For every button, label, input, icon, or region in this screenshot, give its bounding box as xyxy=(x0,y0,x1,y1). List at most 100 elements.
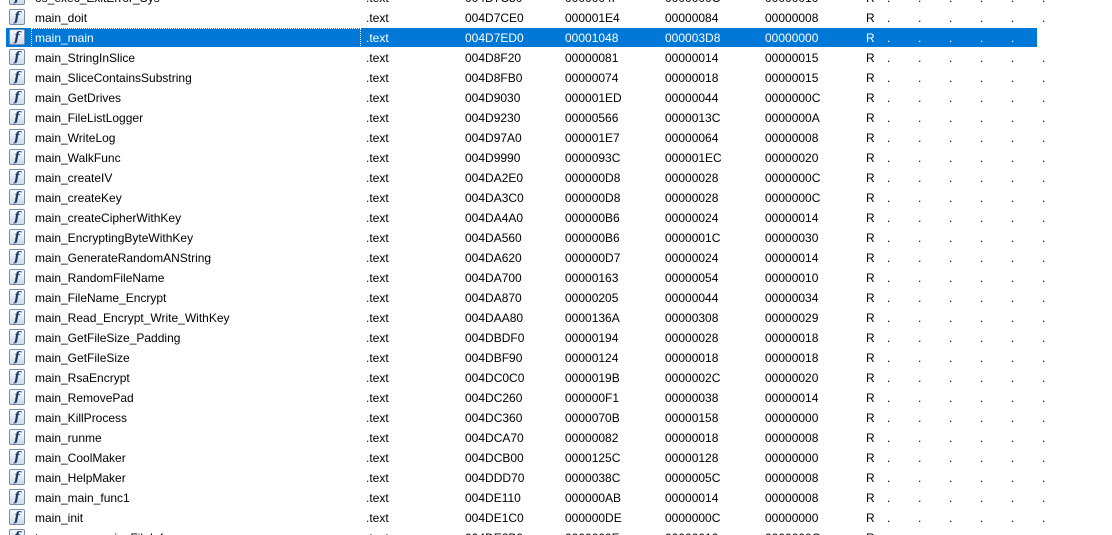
locals-cell: 0000002C xyxy=(665,371,721,385)
length-cell: 00000074 xyxy=(565,71,619,85)
return-flag-cell: R xyxy=(866,511,875,525)
start-address-cell: 004DA620 xyxy=(465,251,522,265)
function-icon: f xyxy=(9,449,25,465)
start-address-cell: 004D9030 xyxy=(465,91,521,105)
attribute-flag-dot: . xyxy=(918,451,922,465)
attribute-flag-dot: . xyxy=(980,251,984,265)
segment-cell: .text xyxy=(366,191,389,205)
attribute-flag-dot: . xyxy=(887,111,891,125)
return-flag-cell: R xyxy=(866,131,875,145)
arguments-cell: 00000008 xyxy=(765,11,819,25)
arguments-cell: 00000000 xyxy=(765,31,819,45)
attribute-flag-dot: . xyxy=(1042,11,1046,25)
locals-cell: 00000024 xyxy=(665,251,719,265)
function-row[interactable]: f main_FileName_Encrypt .text 004DA870 00000… xyxy=(0,288,1112,308)
segment-cell: .text xyxy=(366,31,389,45)
attribute-flag-dot: . xyxy=(918,391,922,405)
function-row[interactable]: f main_GenerateRandomANString .text 004DA62… xyxy=(0,248,1112,268)
function-row[interactable]: f main_doit .text 004D7CE0 000001E4 00000084 0… xyxy=(0,8,1112,28)
function-row[interactable]: f main_FileListLogger .text 004D9230 0000056… xyxy=(0,108,1112,128)
length-cell: 00000163 xyxy=(565,271,619,285)
function-row[interactable]: f main_WriteLog .text 004D97A0 000001E7 00000… xyxy=(0,128,1112,148)
segment-cell: .text xyxy=(366,471,389,485)
function-row[interactable]: f main_init .text 004DE1C0 000000DE 0000000C 0… xyxy=(0,508,1112,528)
function-row[interactable]: f main_EncryptingByteWithKey .text 004DA560… xyxy=(0,228,1112,248)
function-icon: f xyxy=(9,369,25,385)
attribute-flag-dot: . xyxy=(1042,511,1046,525)
function-row[interactable]: f os_exec_ExitError_Sys .text 004D7C50 00000… xyxy=(0,0,1112,8)
start-address-cell: 004DCA70 xyxy=(465,431,524,445)
attribute-flag-dot: . xyxy=(980,111,984,125)
attribute-flag-dot: . xyxy=(949,451,953,465)
attribute-flag-dot: . xyxy=(918,51,922,65)
attribute-flag-dot: . xyxy=(980,51,984,65)
start-address-cell: 004D8F20 xyxy=(465,51,522,65)
attribute-flag-dot: . xyxy=(1011,131,1015,145)
start-address-cell: 004DAA80 xyxy=(465,311,524,325)
attribute-flag-dot: . xyxy=(887,271,891,285)
function-row[interactable]: f main_GetDrives .text 004D9030 000001ED 0000… xyxy=(0,88,1112,108)
return-flag-cell: R xyxy=(866,431,875,445)
attribute-flag-dot: . xyxy=(918,171,922,185)
segment-cell: .text xyxy=(366,211,389,225)
function-row[interactable]: f main_main .text 004D7ED0 00001048 000003D8 0… xyxy=(0,28,1112,48)
function-icon: f xyxy=(9,489,25,505)
function-row[interactable]: f main_RsaEncrypt .text 004DC0C0 0000019B 000… xyxy=(0,368,1112,388)
segment-cell: .text xyxy=(366,291,389,305)
arguments-cell: 00000008 xyxy=(765,131,819,145)
segment-cell: .text xyxy=(366,11,389,25)
function-row[interactable]: f main_RemovePad .text 004DC260 000000F1 0000… xyxy=(0,388,1112,408)
function-row[interactable]: f main_createKey .text 004DA3C0 000000D8 0000… xyxy=(0,188,1112,208)
locals-cell: 00000128 xyxy=(665,451,719,465)
attribute-flag-dot: . xyxy=(918,411,922,425)
function-row[interactable]: f type__eq__main_FileInfo .text 004DE2B0 000… xyxy=(0,528,1112,535)
function-row[interactable]: f main_GetFileSize .text 004DBF90 00000124 00… xyxy=(0,348,1112,368)
start-address-cell: 004DA560 xyxy=(465,231,522,245)
attribute-flag-dot: . xyxy=(980,31,984,45)
function-icon: f xyxy=(9,469,25,485)
attribute-flag-dot: . xyxy=(1042,371,1046,385)
return-flag-cell: R xyxy=(866,271,875,285)
attribute-flag-dot: . xyxy=(949,11,953,25)
function-row[interactable]: f main_HelpMaker .text 004DDD70 0000038C 0000… xyxy=(0,468,1112,488)
start-address-cell: 004DE1C0 xyxy=(465,511,524,525)
function-row[interactable]: f main_main_func1 .text 004DE110 000000AB 000… xyxy=(0,488,1112,508)
return-flag-cell: R xyxy=(866,311,875,325)
attribute-flag-dot: . xyxy=(1042,131,1046,145)
attribute-flag-dot: . xyxy=(949,511,953,525)
locals-cell: 00000024 xyxy=(665,211,719,225)
attribute-flag-dot: . xyxy=(949,191,953,205)
attribute-flag-dot: . xyxy=(1042,411,1046,425)
function-icon: f xyxy=(9,69,25,85)
locals-cell: 00000308 xyxy=(665,311,719,325)
locals-cell: 00000028 xyxy=(665,191,719,205)
arguments-cell: 00000029 xyxy=(765,311,819,325)
attribute-flag-dot: . xyxy=(918,91,922,105)
return-flag-cell: R xyxy=(866,231,875,245)
function-row[interactable]: f main_SliceContainsSubstring .text 004D8FB… xyxy=(0,68,1112,88)
attribute-flag-dot: . xyxy=(1011,431,1015,445)
attribute-flag-dot: . xyxy=(1011,191,1015,205)
attribute-flag-dot: . xyxy=(980,451,984,465)
start-address-cell: 004DA4A0 xyxy=(465,211,524,225)
function-row[interactable]: f main_RandomFileName .text 004DA700 0000016… xyxy=(0,268,1112,288)
function-row[interactable]: f main_CoolMaker .text 004DCB00 0000125C 0000… xyxy=(0,448,1112,468)
locals-cell: 00000010 xyxy=(665,528,718,535)
attribute-flag-dot: . xyxy=(887,291,891,305)
attribute-flag-dot: . xyxy=(1011,311,1015,325)
function-row[interactable]: f main_WalkFunc .text 004D9990 0000093C 00000… xyxy=(0,148,1112,168)
function-row[interactable]: f main_StringInSlice .text 004D8F20 00000081… xyxy=(0,48,1112,68)
function-row[interactable]: f main_GetFileSize_Padding .text 004DBDF0 00… xyxy=(0,328,1112,348)
length-cell: 0000038C xyxy=(565,471,621,485)
function-row[interactable]: f main_createCipherWithKey .text 004DA4A0 00… xyxy=(0,208,1112,228)
function-icon: f xyxy=(9,189,25,205)
function-row[interactable]: f main_runme .text 004DCA70 00000082 00000018… xyxy=(0,428,1112,448)
function-row[interactable]: f main_KillProcess .text 004DC360 0000070B 00… xyxy=(0,408,1112,428)
start-address-cell: 004DBDF0 xyxy=(465,331,525,345)
attribute-flag-dot: . xyxy=(949,371,953,385)
function-row[interactable]: f main_Read_Encrypt_Write_WithKey .text 004… xyxy=(0,308,1112,328)
function-row[interactable]: f main_createIV .text 004DA2E0 000000D8 00000… xyxy=(0,168,1112,188)
attribute-flag-dot: . xyxy=(1042,91,1046,105)
attribute-flag-dot: . xyxy=(1011,91,1015,105)
attribute-flag-dot: . xyxy=(980,528,983,535)
